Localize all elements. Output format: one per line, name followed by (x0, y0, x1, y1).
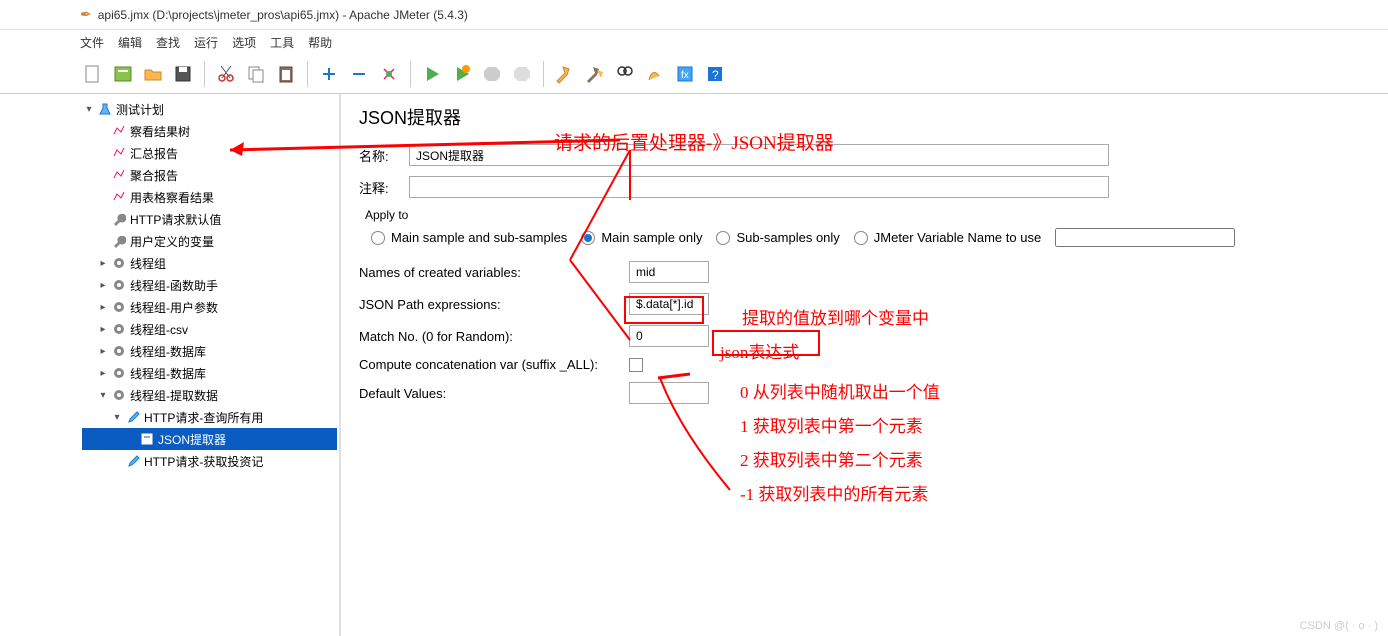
tree-item[interactable]: ▾线程组-提取数据 (82, 384, 337, 406)
menu-help[interactable]: 帮助 (308, 34, 332, 51)
flask-icon (96, 102, 114, 116)
tree-panel: ▾ 测试计划 察看结果树 汇总报告 聚合报告 用表格察看结果 HTTP请求默认值… (80, 94, 341, 636)
clear-icon[interactable] (552, 61, 578, 87)
menu-search[interactable]: 查找 (156, 34, 180, 51)
save-icon[interactable] (170, 61, 196, 87)
tree-item[interactable]: ▸线程组-数据库 (82, 340, 337, 362)
comment-label: 注释: (359, 178, 409, 197)
jmeter-var-input[interactable] (1055, 228, 1235, 247)
tree-item[interactable]: 察看结果树 (82, 120, 337, 142)
tree-item[interactable]: ▸线程组-数据库 (82, 362, 337, 384)
toggle-icon[interactable] (376, 61, 402, 87)
names-label: Names of created variables: (359, 265, 629, 280)
jsonpath-label: JSON Path expressions: (359, 297, 629, 312)
default-input[interactable] (629, 382, 709, 404)
titlebar: ✒ api65.jmx (D:\projects\jmeter_pros\api… (0, 0, 1388, 30)
wrench-icon (110, 212, 128, 226)
svg-text:?: ? (712, 68, 719, 82)
tree-item[interactable]: ▸线程组 (82, 252, 337, 274)
open-icon[interactable] (140, 61, 166, 87)
match-label: Match No. (0 for Random): (359, 329, 629, 344)
annotation-text: 提取的值放到哪个变量中 (742, 304, 929, 329)
radio-jmeter-var[interactable]: JMeter Variable Name to use (854, 230, 1041, 245)
tree-item[interactable]: 用表格察看结果 (82, 186, 337, 208)
concat-label: Compute concatenation var (suffix _ALL): (359, 357, 629, 372)
match-input[interactable] (629, 325, 709, 347)
annotation-text: 2 获取列表中第二个元素 (740, 446, 923, 471)
radio-sub-only[interactable]: Sub-samples only (716, 230, 839, 245)
tree-item[interactable]: ▸线程组-csv (82, 318, 337, 340)
extractor-icon (138, 432, 156, 446)
function-helper-icon[interactable]: fx (672, 61, 698, 87)
annotation-text: 0 从列表中随机取出一个值 (740, 378, 940, 403)
menu-options[interactable]: 选项 (232, 34, 256, 51)
panel-title: JSON提取器 (359, 104, 1370, 130)
chart-icon (110, 168, 128, 182)
annotation-box (712, 330, 820, 356)
tree-item[interactable]: HTTP请求默认值 (82, 208, 337, 230)
tree-item[interactable]: ▸线程组-函数助手 (82, 274, 337, 296)
annotation-box (624, 296, 704, 324)
svg-text:fx: fx (681, 70, 689, 81)
concat-checkbox[interactable] (629, 358, 643, 372)
shutdown-icon[interactable] (509, 61, 535, 87)
gear-icon (110, 256, 128, 270)
clear-all-icon[interactable] (582, 61, 608, 87)
gear-icon (110, 322, 128, 336)
copy-icon[interactable] (243, 61, 269, 87)
dropper-icon (124, 410, 142, 424)
chart-icon (110, 124, 128, 138)
name-label: 名称: (359, 146, 409, 165)
tree-item[interactable]: ▸线程组-用户参数 (82, 296, 337, 318)
templates-icon[interactable] (110, 61, 136, 87)
radio-main-sub[interactable]: Main sample and sub-samples (371, 230, 567, 245)
names-input[interactable] (629, 261, 709, 283)
new-icon[interactable] (80, 61, 106, 87)
start-no-timers-icon[interactable] (449, 61, 475, 87)
watermark: CSDN @( · o · ) (1300, 620, 1378, 632)
comment-input[interactable] (409, 176, 1109, 198)
tree-item[interactable]: HTTP请求-获取投资记 (82, 450, 337, 472)
search-icon[interactable] (612, 61, 638, 87)
annotation-text: 1 获取列表中第一个元素 (740, 412, 923, 437)
chart-icon (110, 190, 128, 204)
wrench-icon (110, 234, 128, 248)
tree-item-selected[interactable]: JSON提取器 (82, 428, 337, 450)
menu-run[interactable]: 运行 (194, 34, 218, 51)
menu-file[interactable]: 文件 (80, 34, 104, 51)
chart-icon (110, 146, 128, 160)
apply-to-label: Apply to (365, 208, 1370, 222)
apply-to-radios: Main sample and sub-samples Main sample … (371, 228, 1370, 247)
toolbar: fx ? (0, 54, 1388, 94)
gear-icon (110, 366, 128, 380)
cut-icon[interactable] (213, 61, 239, 87)
gear-icon (110, 388, 128, 402)
paste-icon[interactable] (273, 61, 299, 87)
menu-edit[interactable]: 编辑 (118, 34, 142, 51)
tree-root[interactable]: ▾ 测试计划 (82, 98, 337, 120)
stop-icon[interactable] (479, 61, 505, 87)
annotation-text: -1 获取列表中的所有元素 (740, 480, 928, 505)
dropper-icon (124, 454, 142, 468)
tree-item[interactable]: 汇总报告 (82, 142, 337, 164)
app-icon: ✒ (80, 6, 92, 23)
help-icon[interactable]: ? (702, 61, 728, 87)
start-icon[interactable] (419, 61, 445, 87)
tree-item[interactable]: ▾HTTP请求-查询所有用 (82, 406, 337, 428)
main-panel: JSON提取器 名称: 注释: Apply to Main sample and… (341, 94, 1388, 636)
radio-main-only[interactable]: Main sample only (581, 230, 702, 245)
window-title: api65.jmx (D:\projects\jmeter_pros\api65… (98, 8, 468, 22)
collapse-icon[interactable] (346, 61, 372, 87)
tree-item[interactable]: 用户定义的变量 (82, 230, 337, 252)
annotation-text: 请求的后置处理器-》JSON提取器 (554, 128, 834, 155)
gear-icon (110, 300, 128, 314)
default-label: Default Values: (359, 386, 629, 401)
gear-icon (110, 344, 128, 358)
tree-item[interactable]: 聚合报告 (82, 164, 337, 186)
expand-icon[interactable] (316, 61, 342, 87)
reset-search-icon[interactable] (642, 61, 668, 87)
gear-icon (110, 278, 128, 292)
menu-tools[interactable]: 工具 (270, 34, 294, 51)
menubar: 文件 编辑 查找 运行 选项 工具 帮助 (0, 30, 1388, 54)
